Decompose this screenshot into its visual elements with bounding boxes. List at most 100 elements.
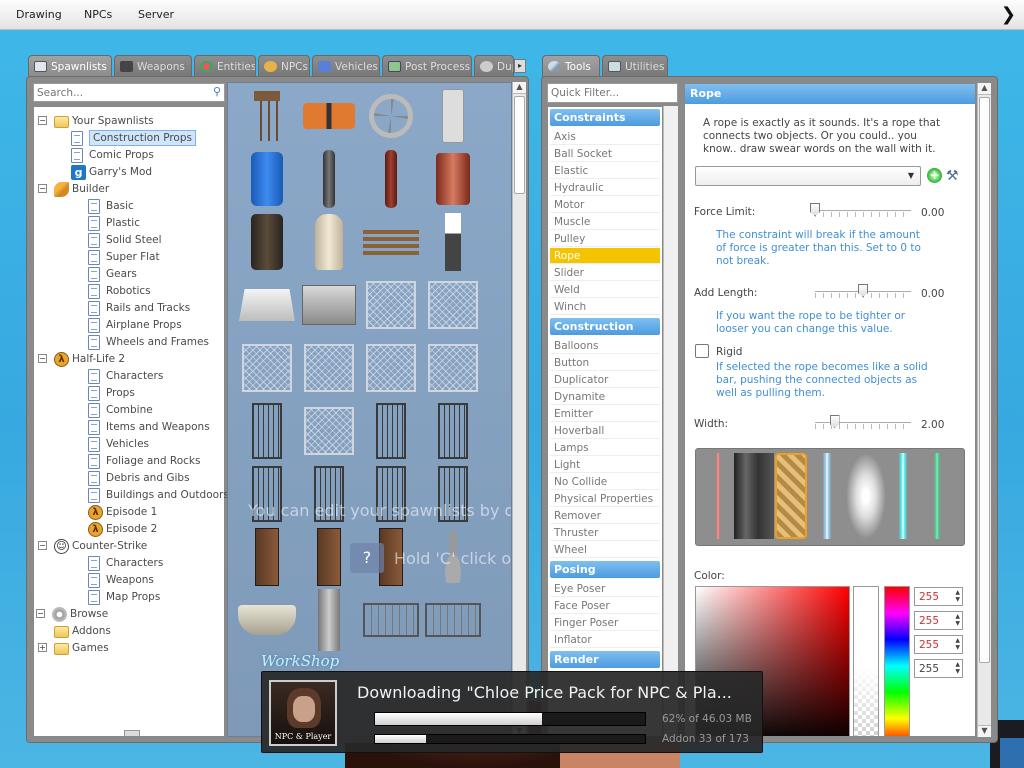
- rope-preset-combo[interactable]: ▼: [695, 166, 921, 186]
- tree-item[interactable]: Map Props: [34, 589, 224, 605]
- tab-post-process[interactable]: Post Process: [382, 55, 472, 77]
- color-green-input[interactable]: 255 ▲ ▼: [914, 611, 963, 630]
- tree-item[interactable]: g Garry's Mod: [34, 164, 224, 180]
- tree-item[interactable]: Characters: [34, 555, 224, 571]
- width-slider[interactable]: [815, 422, 911, 423]
- tree-item[interactable]: Characters: [34, 368, 224, 384]
- tab-weapons[interactable]: Weapons: [114, 55, 192, 77]
- tool-item[interactable]: Emitter: [550, 406, 660, 422]
- spawn-prop-thumbnail[interactable]: [422, 148, 484, 210]
- spawn-prop-thumbnail[interactable]: [236, 211, 298, 273]
- spin-arrows-icon[interactable]: ▲ ▼: [955, 613, 960, 627]
- tool-category-header[interactable]: Render: [550, 651, 660, 668]
- tab-spawnlists[interactable]: Spawnlists: [28, 55, 112, 78]
- spawn-prop-thumbnail[interactable]: [422, 274, 484, 336]
- search-icon[interactable]: ⚲: [213, 85, 221, 98]
- tree-item[interactable]: Items and Weapons: [34, 419, 224, 435]
- hue-bar[interactable]: [884, 586, 910, 736]
- tree-resize-handle[interactable]: [124, 730, 140, 736]
- menu-server[interactable]: Server: [138, 8, 174, 21]
- tree-item[interactable]: Solid Steel: [34, 232, 224, 248]
- scroll-down-icon[interactable]: ▼: [978, 725, 991, 737]
- spawn-prop-thumbnail[interactable]: [360, 148, 422, 210]
- tree-item[interactable]: Comic Props: [34, 147, 224, 163]
- tree-item[interactable]: Plastic: [34, 215, 224, 231]
- material-electric-cyan[interactable]: [892, 453, 914, 539]
- spawn-prop-thumbnail[interactable]: [236, 148, 298, 210]
- tool-item[interactable]: Lamps: [550, 440, 660, 456]
- tab-dupes[interactable]: Dup: [474, 55, 514, 77]
- collapse-icon[interactable]: −: [38, 354, 47, 363]
- tree-item[interactable]: − Browse: [34, 606, 224, 622]
- scrollbar-thumb[interactable]: [514, 96, 525, 194]
- menu-npcs[interactable]: NPCs: [84, 8, 112, 21]
- spawn-prop-thumbnail[interactable]: [236, 589, 298, 651]
- tool-item[interactable]: Motor: [550, 197, 660, 213]
- tree-item[interactable]: Addons: [34, 623, 224, 639]
- spawn-prop-thumbnail[interactable]: [236, 400, 298, 462]
- menu-drawing[interactable]: Drawing: [16, 8, 62, 21]
- tool-item[interactable]: Eye Poser: [550, 581, 660, 597]
- tool-item[interactable]: Muscle: [550, 214, 660, 230]
- tab-entities[interactable]: Entities: [194, 55, 256, 77]
- tool-item[interactable]: Hydraulic: [550, 180, 660, 196]
- tree-item[interactable]: Basic: [34, 198, 224, 214]
- spawn-prop-thumbnail[interactable]: [360, 589, 422, 651]
- spawn-prop-thumbnail[interactable]: [298, 148, 360, 210]
- tab-scroll-right-icon[interactable]: ▸: [514, 59, 526, 73]
- rope-panel-scrollbar[interactable]: ▲ ▼: [977, 83, 991, 737]
- wrench-icon[interactable]: ⚒: [946, 168, 959, 184]
- tree-item[interactable]: Super Flat: [34, 249, 224, 265]
- tool-item[interactable]: Pulley: [550, 231, 660, 247]
- spawn-prop-thumbnail[interactable]: [422, 400, 484, 462]
- spawn-grid-scrollbar[interactable]: ▲ ▼: [512, 82, 526, 737]
- tree-item[interactable]: Debris and Gibs: [34, 470, 224, 486]
- collapse-icon[interactable]: −: [36, 609, 45, 618]
- tool-item[interactable]: Elastic: [550, 163, 660, 179]
- tool-item[interactable]: Thruster: [550, 525, 660, 541]
- tab-utilities[interactable]: Utilities: [602, 55, 668, 77]
- tree-item[interactable]: Weapons: [34, 572, 224, 588]
- tree-item[interactable]: λ Episode 1: [34, 504, 224, 520]
- tab-tools[interactable]: Tools: [542, 55, 600, 78]
- collapse-icon[interactable]: −: [38, 184, 47, 193]
- tool-category-header[interactable]: Posing: [550, 561, 660, 578]
- expand-icon[interactable]: +: [38, 643, 47, 652]
- tree-item[interactable]: Foliage and Rocks: [34, 453, 224, 469]
- alpha-bar[interactable]: [853, 586, 879, 736]
- tree-item[interactable]: Vehicles: [34, 436, 224, 452]
- tool-item[interactable]: Dynamite: [550, 389, 660, 405]
- tree-item[interactable]: + Games: [34, 640, 224, 656]
- collapse-icon[interactable]: −: [38, 541, 47, 550]
- spawn-prop-thumbnail[interactable]: [422, 85, 484, 147]
- scrollbar-thumb[interactable]: [979, 97, 990, 663]
- spin-arrows-icon[interactable]: ▲ ▼: [955, 589, 960, 603]
- color-alpha-input[interactable]: 255 ▲ ▼: [914, 659, 963, 678]
- tool-item[interactable]: Balloons: [550, 338, 660, 354]
- spawn-prop-thumbnail[interactable]: [422, 211, 484, 273]
- force-limit-slider[interactable]: [815, 210, 911, 211]
- collapse-icon[interactable]: −: [38, 116, 47, 125]
- spawn-prop-thumbnail[interactable]: [298, 211, 360, 273]
- material-green-beam[interactable]: [926, 453, 948, 539]
- tree-item[interactable]: Airplane Props: [34, 317, 224, 333]
- spawn-prop-thumbnail[interactable]: [360, 85, 422, 147]
- spin-arrows-icon[interactable]: ▲ ▼: [955, 661, 960, 675]
- spawn-prop-thumbnail[interactable]: [298, 589, 360, 651]
- spawn-prop-thumbnail[interactable]: [236, 337, 298, 399]
- spawn-prop-thumbnail[interactable]: [298, 400, 360, 462]
- spawn-prop-thumbnail[interactable]: [298, 274, 360, 336]
- spawn-prop-thumbnail[interactable]: [360, 211, 422, 273]
- tool-item[interactable]: Light: [550, 457, 660, 473]
- tool-item[interactable]: Wheel: [550, 542, 660, 558]
- tool-item[interactable]: Finger Poser: [550, 615, 660, 631]
- color-red-input[interactable]: 255 ▲ ▼: [914, 587, 963, 606]
- tree-item[interactable]: Combine: [34, 402, 224, 418]
- material-lightning-blue[interactable]: [816, 453, 838, 539]
- scroll-up-icon[interactable]: ▲: [513, 82, 526, 94]
- spawn-prop-thumbnail[interactable]: [236, 526, 298, 588]
- spawn-prop-thumbnail[interactable]: [298, 85, 360, 147]
- tree-item[interactable]: Construction Props: [34, 130, 224, 146]
- spin-arrows-icon[interactable]: ▲ ▼: [955, 637, 960, 651]
- tool-category-header[interactable]: Constraints: [550, 109, 660, 126]
